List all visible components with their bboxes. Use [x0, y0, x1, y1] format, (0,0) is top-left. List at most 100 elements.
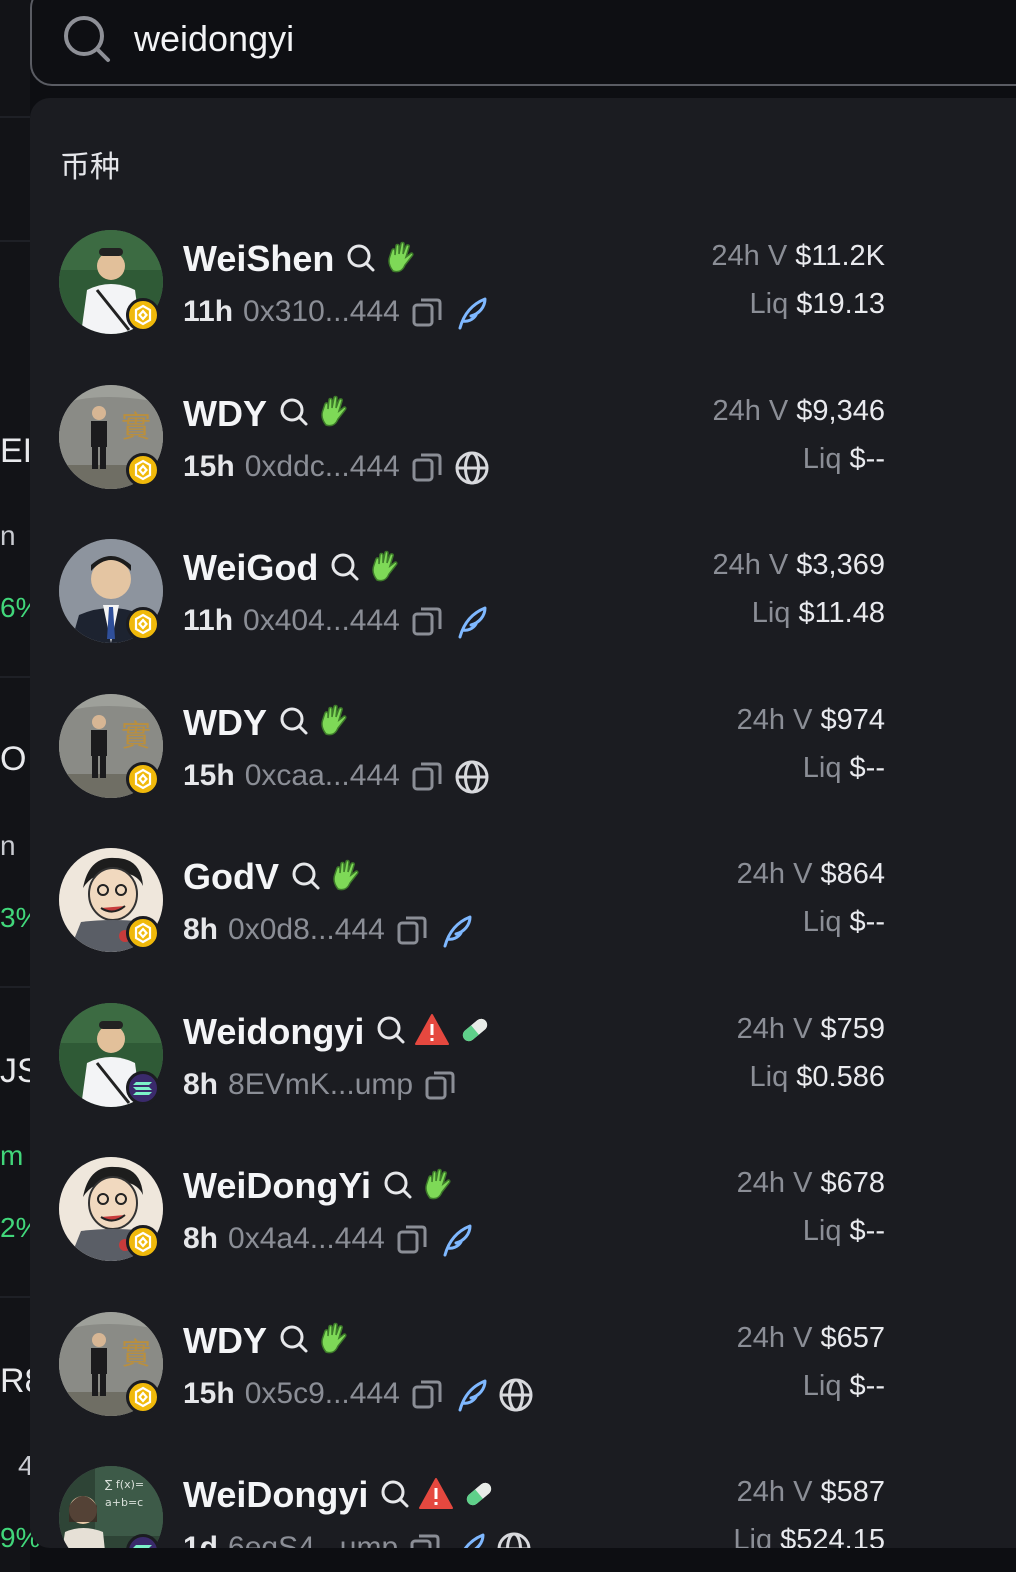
search-token-icon[interactable]	[330, 552, 360, 587]
search-result-row[interactable]: WeiGod 11h 0x404...444 24h V $3,369 Liq …	[30, 539, 1016, 689]
globe-icon[interactable]	[454, 759, 489, 793]
bnb-chain-icon	[126, 1379, 160, 1414]
divider	[0, 986, 30, 988]
liquidity-value: $19.13	[796, 288, 885, 320]
twitter-icon[interactable]	[439, 913, 473, 948]
liquidity-value: $11.48	[798, 597, 885, 629]
search-token-icon[interactable]	[279, 397, 309, 432]
warning-icon	[418, 1477, 454, 1516]
token-age: 8h	[183, 913, 219, 946]
token-tags	[346, 240, 418, 280]
token-tags	[383, 1167, 455, 1207]
svg-text:實: 實	[121, 1337, 151, 1372]
search-input[interactable]	[134, 14, 974, 64]
bnb-chain-icon	[126, 761, 160, 796]
volume-label: 24h V	[712, 394, 789, 427]
solana-chain-icon	[126, 1070, 160, 1105]
volume-label: 24h V	[736, 858, 813, 890]
token-meta: 15h 0xcaa...444	[183, 756, 489, 796]
pill-icon	[462, 1477, 496, 1516]
search-result-row[interactable]: Weidongyi 8h 8EVmK...ump 24h V $759 Liq …	[30, 1002, 1016, 1153]
liquidity: Liq $11.48	[752, 597, 885, 630]
divider	[0, 1296, 30, 1298]
liquidity-label: Liq	[802, 1369, 842, 1402]
token-name: WeiDongyi	[183, 1474, 369, 1515]
search-result-row[interactable]: 實 WDY 15h 0x5c9...444 24h V $657 Liq $--	[30, 1311, 1016, 1462]
token-meta: 1d 6eqS4...ump	[183, 1528, 531, 1548]
globe-icon[interactable]	[498, 1377, 533, 1411]
twitter-icon[interactable]	[452, 1531, 486, 1548]
twitter-icon[interactable]	[454, 1377, 488, 1411]
liquidity: Liq $524.15	[733, 1524, 885, 1548]
volume-24h: 24h V $864	[737, 858, 885, 891]
token-name: WeiShen	[183, 238, 335, 279]
search-result-row[interactable]: 實 WDY 15h 0xcaa...444 24h V $974 Liq $--	[30, 693, 1016, 844]
hand-icon	[317, 704, 351, 743]
liquidity-label: Liq	[802, 1215, 842, 1247]
token-meta: 8h 8EVmK...ump	[183, 1065, 457, 1105]
copy-icon[interactable]	[410, 604, 444, 638]
token-age: 15h	[183, 449, 235, 483]
pill-icon	[458, 1013, 492, 1052]
copy-icon[interactable]	[395, 913, 429, 947]
search-token-icon[interactable]	[291, 861, 321, 896]
volume-label: 24h V	[736, 1012, 813, 1045]
volume-label: 24h V	[736, 1167, 813, 1199]
volume-label: 24h V	[736, 1321, 813, 1354]
globe-icon[interactable]	[454, 450, 489, 484]
search-result-row[interactable]: 實 WDY 15h 0xddc...444 24h V $9,346 Liq $…	[30, 384, 1016, 535]
copy-icon[interactable]	[408, 1531, 442, 1548]
search-result-row[interactable]: GodV 8h 0x0d8...444 24h V $864 Liq $--	[30, 848, 1016, 998]
liquidity-label: Liq	[802, 906, 842, 938]
token-name: Weidongyi	[183, 1010, 365, 1052]
liquidity-value: $524.15	[780, 1524, 885, 1548]
token-age: 1d	[183, 1531, 219, 1548]
search-token-icon[interactable]	[380, 1479, 410, 1514]
search-result-row[interactable]: WeiShen 11h 0x310...444 24h V $11.2K Liq…	[30, 230, 1016, 380]
volume-label: 24h V	[711, 240, 788, 272]
token-name: WDY	[183, 392, 267, 434]
token-age: 15h	[183, 1376, 235, 1410]
liquidity-label: Liq	[802, 442, 842, 475]
liquidity-value: $--	[849, 751, 885, 784]
search-results-dropdown: 币种 WeiShen 11h 0x310...444 24h V $11.2K …	[30, 98, 1016, 1548]
warning-icon	[414, 1013, 450, 1052]
liquidity: Liq $19.13	[750, 288, 885, 321]
token-address: 0x4a4...444	[228, 1222, 385, 1255]
volume-24h: 24h V $3,369	[712, 549, 885, 582]
volume-value: $759	[820, 1012, 885, 1045]
volume-24h: 24h V $11.2K	[711, 240, 885, 273]
volume-24h: 24h V $657	[737, 1322, 885, 1355]
twitter-icon[interactable]	[454, 295, 488, 330]
globe-icon[interactable]	[496, 1531, 531, 1548]
search-icon	[64, 16, 110, 62]
twitter-icon[interactable]	[439, 1222, 473, 1257]
copy-icon[interactable]	[410, 759, 444, 793]
token-address: 0x404...444	[243, 604, 400, 637]
volume-label: 24h V	[736, 703, 813, 736]
copy-icon[interactable]	[410, 450, 444, 484]
background-page-edge	[0, 0, 30, 1572]
copy-icon[interactable]	[423, 1068, 457, 1102]
twitter-icon[interactable]	[454, 604, 488, 639]
search-result-row[interactable]: ∑ f(x)= a+b=c WeiDongyi 1d 6eqS4...ump 2…	[30, 1466, 1016, 1548]
copy-icon[interactable]	[410, 1377, 444, 1411]
search-token-icon[interactable]	[279, 706, 309, 741]
search-token-icon[interactable]	[279, 1324, 309, 1359]
volume-value: $864	[820, 858, 885, 890]
search-token-icon[interactable]	[346, 243, 376, 278]
copy-icon[interactable]	[410, 295, 444, 329]
volume-value: $3,369	[796, 549, 885, 581]
liquidity: Liq $--	[803, 906, 885, 939]
token-address: 0x5c9...444	[244, 1376, 400, 1410]
token-tags	[376, 1013, 492, 1053]
hand-icon	[421, 1168, 455, 1207]
liquidity-label: Liq	[751, 597, 791, 629]
token-name: WeiDongYi	[183, 1165, 371, 1206]
token-address: 8EVmK...ump	[228, 1067, 414, 1101]
search-result-row[interactable]: WeiDongYi 8h 0x4a4...444 24h V $678 Liq …	[30, 1157, 1016, 1307]
hand-icon	[329, 859, 363, 898]
search-token-icon[interactable]	[376, 1015, 406, 1050]
search-token-icon[interactable]	[383, 1170, 413, 1205]
copy-icon[interactable]	[395, 1222, 429, 1256]
